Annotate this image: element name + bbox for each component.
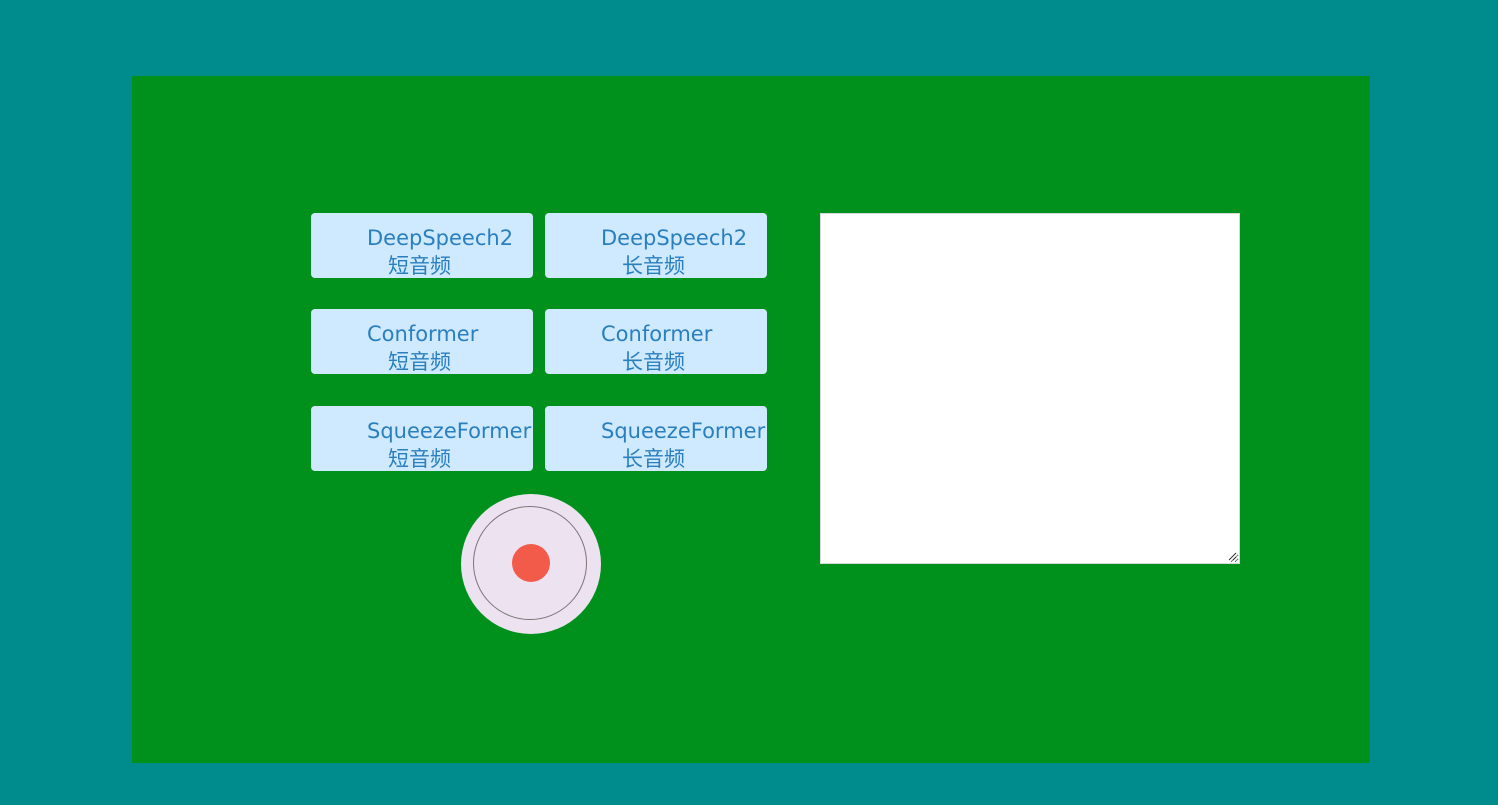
record-icon bbox=[512, 544, 550, 582]
audio-mode: 长音频 bbox=[622, 254, 685, 278]
record-button[interactable] bbox=[461, 494, 601, 634]
model-name: DeepSpeech2 bbox=[367, 226, 514, 250]
model-name: SqueezeFormer bbox=[601, 419, 766, 443]
main-panel: DeepSpeech2 短音频 DeepSpeech2 长音频 Conforme… bbox=[132, 76, 1370, 763]
audio-mode: 短音频 bbox=[388, 447, 451, 471]
model-name: DeepSpeech2 bbox=[601, 226, 748, 250]
squeezeformer-short-audio-button[interactable]: SqueezeFormer 短音频 bbox=[311, 406, 533, 471]
deepspeech2-short-audio-button[interactable]: DeepSpeech2 短音频 bbox=[311, 213, 533, 278]
audio-mode: 短音频 bbox=[388, 254, 451, 278]
squeezeformer-long-audio-button[interactable]: SqueezeFormer 长音频 bbox=[545, 406, 767, 471]
deepspeech2-long-audio-button[interactable]: DeepSpeech2 长音频 bbox=[545, 213, 767, 278]
audio-mode: 短音频 bbox=[388, 350, 451, 374]
model-name: SqueezeFormer bbox=[367, 419, 532, 443]
audio-mode: 长音频 bbox=[622, 447, 685, 471]
model-name: Conformer bbox=[601, 322, 713, 346]
conformer-long-audio-button[interactable]: Conformer 长音频 bbox=[545, 309, 767, 374]
audio-mode: 长音频 bbox=[622, 350, 685, 374]
conformer-short-audio-button[interactable]: Conformer 短音频 bbox=[311, 309, 533, 374]
model-name: Conformer bbox=[367, 322, 479, 346]
recognition-result-textarea[interactable] bbox=[820, 213, 1240, 564]
